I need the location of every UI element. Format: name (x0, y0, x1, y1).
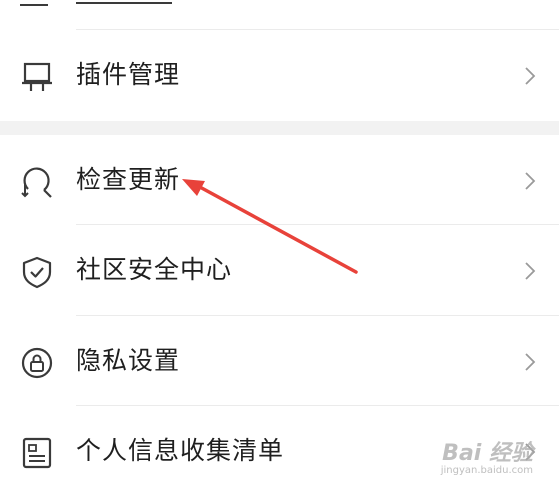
chevron-right-icon (523, 65, 537, 87)
settings-item-privacy-settings[interactable]: 隐私设置 (0, 316, 559, 406)
settings-item-label: 隐私设置 (76, 346, 181, 375)
chevron-right-icon (523, 170, 537, 192)
settings-item-label: 插件管理 (76, 60, 181, 89)
settings-item-label: 社区安全中心 (76, 255, 233, 284)
settings-item-label: 检查更新 (76, 165, 181, 194)
settings-item-plugin-management[interactable]: 插件管理 (0, 30, 559, 120)
baidu-jingyan-watermark: Bai 经验 jingyan.baidu.com (441, 443, 533, 477)
shield-icon (20, 255, 54, 289)
partial-icon (20, 0, 48, 6)
watermark-brand: Bai 经验 (442, 441, 533, 466)
lock-icon (20, 346, 54, 380)
previous-settings-row[interactable] (0, 0, 559, 30)
check-update-icon (20, 165, 54, 199)
partial-label (76, 0, 172, 4)
watermark-url: jingyan.baidu.com (440, 465, 533, 476)
plugin-icon (20, 60, 54, 94)
list-icon (20, 436, 54, 470)
settings-item-community-safety-center[interactable]: 社区安全中心 (0, 225, 559, 315)
settings-item-label: 个人信息收集清单 (76, 436, 285, 465)
section-separator (0, 121, 559, 135)
settings-item-check-update[interactable]: 检查更新 (0, 135, 559, 225)
chevron-right-icon (523, 260, 537, 282)
chevron-right-icon (523, 351, 537, 373)
